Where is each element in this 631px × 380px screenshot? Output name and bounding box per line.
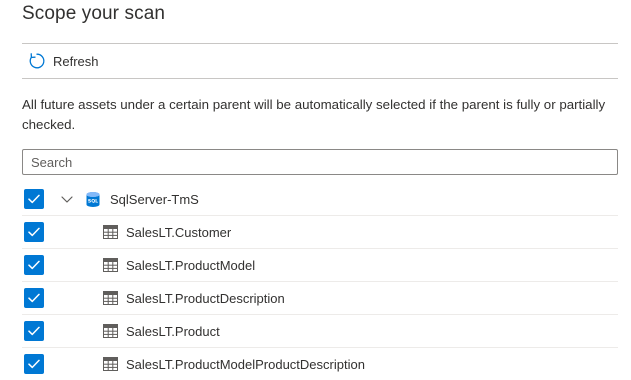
checkmark-icon [28,359,40,369]
refresh-button[interactable]: Refresh [22,46,99,76]
search-input[interactable] [22,149,618,175]
asset-tree: SQL SqlServer-TmS SalesLT.Customer Sales… [22,183,618,380]
svg-text:SQL: SQL [88,199,98,205]
checkmark-icon [28,260,40,270]
tree-label-child: SalesLT.ProductModel [126,258,256,273]
table-icon [103,225,118,239]
tree-row-parent[interactable]: SQL SqlServer-TmS [22,183,618,216]
tree-row[interactable]: SalesLT.ProductDescription [22,282,618,315]
tree-label-child: SalesLT.ProductModelProductDescription [126,357,365,372]
scope-description: All future assets under a certain parent… [22,97,606,132]
sql-database-icon: SQL [86,192,100,207]
checkmark-icon [28,326,40,336]
parent-checkbox[interactable] [24,189,44,209]
toolbar: Refresh [22,44,618,78]
row-checkbox[interactable] [24,288,44,308]
checkmark-icon [28,227,40,237]
tree-label-child: SalesLT.Customer [126,225,232,240]
tree-row[interactable]: SalesLT.Product [22,315,618,348]
checkmark-icon [28,194,40,204]
scope-scan-panel: Scope your scan Refresh All future asset… [0,0,631,380]
tree-label-parent: SqlServer-TmS [110,192,199,207]
table-icon [103,357,118,371]
tree-label-child: SalesLT.ProductDescription [126,291,285,306]
table-icon [103,291,118,305]
row-checkbox[interactable] [24,255,44,275]
row-checkbox[interactable] [24,222,44,242]
tree-row[interactable]: SalesLT.ProductModel [22,249,618,282]
chevron-down-icon[interactable] [60,192,74,206]
table-icon [103,324,118,338]
refresh-icon [28,52,46,70]
tree-row[interactable]: SalesLT.Customer [22,216,618,249]
checkmark-icon [28,293,40,303]
page-title: Scope your scan [22,3,166,24]
row-checkbox[interactable] [24,321,44,341]
row-checkbox[interactable] [24,354,44,374]
tree-label-child: SalesLT.Product [126,324,220,339]
tree-row[interactable]: SalesLT.ProductModelProductDescription [22,348,618,380]
divider-bottom [22,78,618,79]
table-icon [103,258,118,272]
refresh-label: Refresh [53,53,99,69]
